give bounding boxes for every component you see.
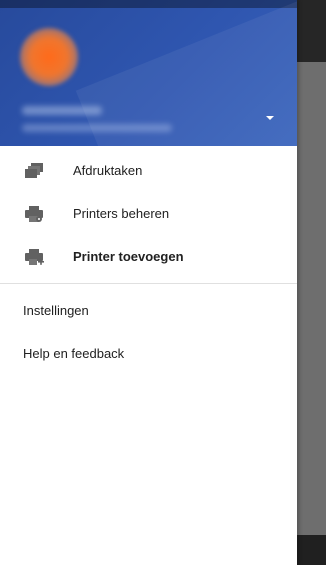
menu-divider: [0, 283, 297, 284]
menu-item-label: Help en feedback: [23, 346, 125, 361]
menu-item-label: Afdruktaken: [73, 163, 143, 178]
navigation-drawer: Afdruktaken Printers beheren Printer toe…: [0, 0, 297, 565]
account-name-redacted: [22, 106, 102, 115]
account-switcher-button[interactable]: [262, 112, 278, 124]
menu-item-label: Printer toevoegen: [73, 249, 184, 264]
drawer-header: [0, 0, 297, 146]
account-avatar[interactable]: [20, 28, 78, 86]
menu-item-manage-printers[interactable]: Printers beheren: [0, 192, 297, 235]
print-jobs-icon: [23, 162, 45, 180]
drawer-menu: Afdruktaken Printers beheren Printer toe…: [0, 146, 297, 375]
menu-item-add-printer[interactable]: Printer toevoegen: [0, 235, 297, 278]
account-email-redacted: [22, 124, 172, 132]
menu-item-label: Instellingen: [23, 303, 89, 318]
app-screen: Afdruktaken Printers beheren Printer toe…: [0, 0, 326, 565]
menu-item-settings[interactable]: Instellingen: [0, 289, 297, 332]
background-scrim[interactable]: [297, 0, 326, 565]
menu-item-print-jobs[interactable]: Afdruktaken: [0, 149, 297, 192]
menu-item-help-feedback[interactable]: Help en feedback: [0, 332, 297, 375]
background-app-bar: [297, 0, 326, 62]
add-printer-icon: [23, 248, 45, 266]
menu-item-label: Printers beheren: [73, 206, 170, 221]
status-bar: [0, 0, 297, 8]
caret-down-icon: [266, 116, 274, 120]
background-nav-bar: [297, 535, 326, 565]
printer-settings-icon: [23, 205, 45, 223]
